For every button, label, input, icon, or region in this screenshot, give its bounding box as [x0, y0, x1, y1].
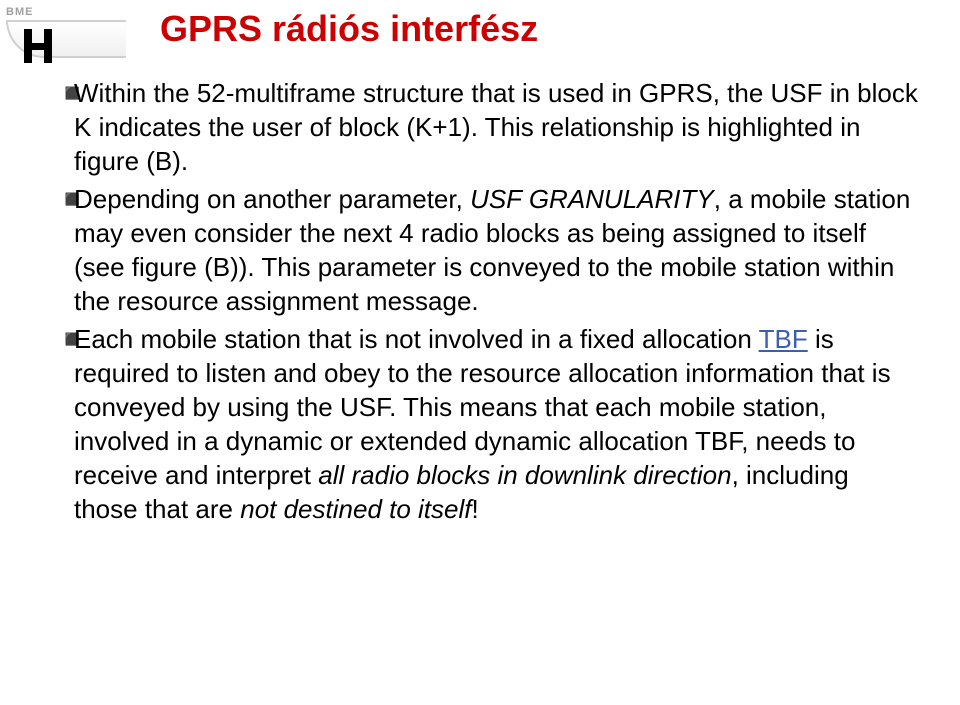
bullet-marker-icon: ◾	[56, 182, 74, 216]
text-run: Each mobile station that is not involved…	[74, 324, 759, 354]
bullet-marker-icon: ◾	[56, 76, 74, 110]
text-run-italic: not destined to itself	[240, 494, 471, 524]
content-area: ◾ Within the 52-multiframe structure tha…	[56, 76, 918, 530]
bullet-item: ◾ Depending on another parameter, USF GR…	[56, 182, 918, 318]
bullet-marker-icon: ◾	[56, 322, 74, 356]
bullet-item: ◾ Each mobile station that is not involv…	[56, 322, 918, 526]
bullet-text: Depending on another parameter, USF GRAN…	[74, 182, 918, 318]
text-run-link: TBF	[759, 324, 808, 354]
text-run-italic: all radio blocks in downlink direction	[318, 460, 731, 490]
text-run: Within the 52-multiframe structure that …	[74, 78, 918, 176]
bullet-text: Within the 52-multiframe structure that …	[74, 76, 918, 178]
text-run: Depending on another parameter,	[74, 184, 470, 214]
org-abbrev: BME	[6, 6, 33, 18]
text-run-italic: USF GRANULARITY	[470, 184, 714, 214]
bullet-item: ◾ Within the 52-multiframe structure tha…	[56, 76, 918, 178]
org-logo: BME	[6, 6, 126, 66]
logo-h-icon	[18, 27, 58, 67]
slide: BME GPRS rádiós interfész ◾ Within the 5…	[0, 0, 960, 705]
logo-swoosh	[6, 20, 126, 58]
slide-title: GPRS rádiós interfész	[160, 8, 538, 50]
bullet-text: Each mobile station that is not involved…	[74, 322, 918, 526]
text-run: !	[472, 494, 479, 524]
